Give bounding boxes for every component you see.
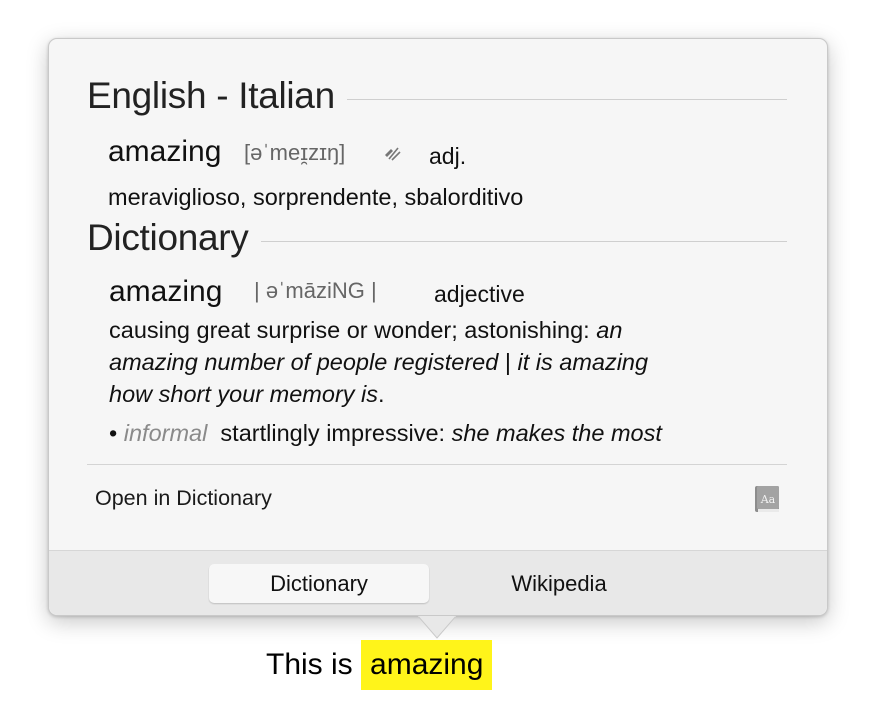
definition-line-4: • informal startlingly impressive: she m… (109, 420, 662, 447)
section-header-dictionary: Dictionary (87, 217, 787, 259)
example-text: she makes the most (451, 420, 662, 446)
example-text: it is amazing (517, 349, 649, 375)
definition-line-3: how short your memory is. (109, 381, 385, 408)
section-divider (260, 240, 787, 242)
pronunciation: | əˈmāziNG | (254, 278, 377, 303)
dictionary-book-icon[interactable]: Aa (752, 483, 784, 515)
selected-sentence: This is amazing (266, 640, 493, 690)
sentence-prefix: This is (266, 648, 362, 681)
lookup-popover: English - Italian amazing [əˈmeɪ̯zɪŋ] ad… (48, 38, 828, 616)
book-icon-label: Aa (760, 493, 776, 506)
section-title: English - Italian (87, 75, 335, 116)
translation: meraviglioso, sorprendente, sbalorditivo (108, 184, 524, 210)
lookup-content: English - Italian amazing [əˈmeɪ̯zɪŋ] ad… (49, 39, 827, 551)
tab-wikipedia[interactable]: Wikipedia (449, 564, 669, 603)
bullet: • (109, 420, 118, 446)
definition-line-1: causing great surprise or wonder; astoni… (109, 317, 622, 344)
pronunciation: [əˈmeɪ̯zɪŋ] (244, 140, 346, 165)
source-tab-bar: Dictionary Wikipedia (49, 550, 827, 615)
register-label: informal (123, 420, 208, 446)
tab-dictionary[interactable]: Dictionary (209, 564, 429, 603)
sense-definition: startlingly impressive: (220, 420, 446, 446)
section-title: Dictionary (87, 217, 249, 258)
section-divider (346, 98, 787, 100)
section-header-english-italian: English - Italian (87, 75, 787, 117)
part-of-speech: adj. (429, 143, 467, 169)
popover-arrow (418, 616, 456, 639)
headword: amazing (109, 275, 223, 308)
highlighted-word[interactable]: amazing (361, 640, 493, 690)
footer-divider (87, 464, 787, 465)
headword: amazing (108, 135, 222, 168)
example-text: how short your memory is (109, 381, 379, 407)
example-text: amazing number of people registered (109, 349, 499, 375)
part-of-speech: adjective (434, 281, 525, 307)
example-separator: | (504, 349, 511, 375)
open-in-dictionary-link[interactable]: Open in Dictionary (95, 486, 272, 511)
definition: causing great surprise or wonder; astoni… (109, 317, 590, 343)
period: . (378, 381, 385, 407)
example-text: an (596, 317, 623, 343)
speaker-icon[interactable] (383, 143, 403, 163)
definition-line-2: amazing number of people registered | it… (109, 349, 648, 376)
